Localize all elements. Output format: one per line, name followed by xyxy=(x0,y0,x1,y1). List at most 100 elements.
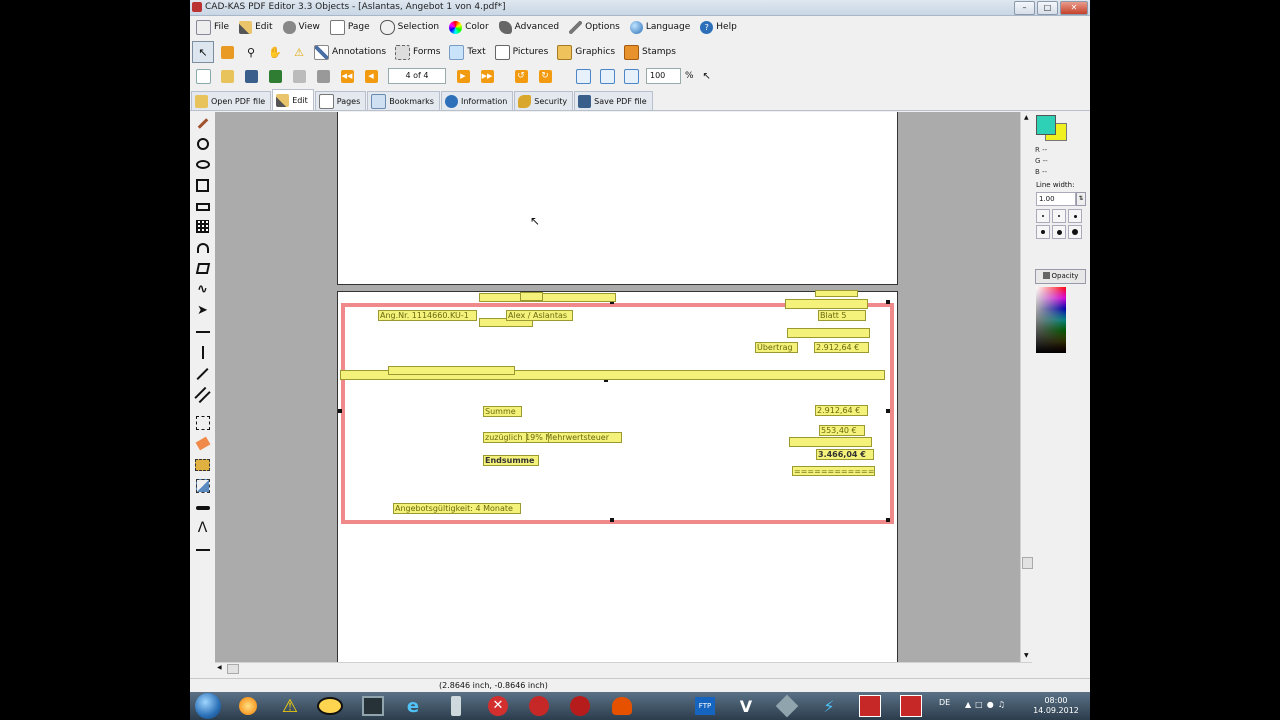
vertical-scroll-thumb[interactable] xyxy=(1022,557,1033,569)
vertical-line-tool[interactable] xyxy=(195,345,210,360)
text-block-summe-amount[interactable]: 2.912,64 € xyxy=(815,405,868,416)
menu-advanced[interactable]: Advanced xyxy=(497,18,565,36)
magnifier-button[interactable]: ⚲ xyxy=(240,41,262,63)
tab-open-pdf-file[interactable]: Open PDF file xyxy=(191,91,272,110)
menu-file[interactable]: File xyxy=(194,18,235,36)
select-zoom-button[interactable]: ↖ xyxy=(696,65,718,87)
text-block-name[interactable]: Alex / Aslantas xyxy=(506,310,573,321)
text-block-empty[interactable] xyxy=(787,328,870,338)
brush-tool[interactable] xyxy=(195,116,210,131)
taskbar-app-box[interactable] xyxy=(769,694,805,718)
dot-size-large-option[interactable] xyxy=(1068,225,1082,239)
vertical-scrollbar[interactable]: ▲ ▼ xyxy=(1020,112,1033,662)
taskbar-app-warning[interactable]: ⚠ xyxy=(272,694,308,718)
transform-tool[interactable] xyxy=(195,478,210,493)
text-block-blatt[interactable]: Blatt 5 xyxy=(818,310,866,321)
first-page-button[interactable]: ◀◀ xyxy=(336,65,358,87)
text-block-summe[interactable]: Summe xyxy=(483,406,522,417)
warning-tool-button[interactable]: ⚠ xyxy=(288,41,310,63)
text-block-double-underline[interactable]: ============ xyxy=(792,466,875,476)
text-block-empty[interactable] xyxy=(789,437,872,447)
taskbar-app-ftp[interactable]: FTP xyxy=(687,694,723,718)
zoom-input[interactable]: 100 xyxy=(646,68,681,84)
resize-handle[interactable] xyxy=(886,300,890,304)
square-tool[interactable] xyxy=(195,178,210,193)
taskbar-app-vlc[interactable]: V xyxy=(728,694,764,718)
tab-security[interactable]: Security xyxy=(514,91,574,110)
menu-edit[interactable]: Edit xyxy=(237,18,278,36)
ellipse-tool[interactable] xyxy=(195,157,210,172)
mode-pictures[interactable]: Pictures xyxy=(493,42,554,62)
text-block-empty[interactable] xyxy=(815,290,858,297)
mode-text[interactable]: Text xyxy=(447,42,490,62)
text-block-angebot-nr[interactable]: Ang.Nr. 1114660.KU-1 xyxy=(378,310,477,321)
opacity-button[interactable]: Opacity xyxy=(1035,269,1086,284)
select-rect-tool[interactable] xyxy=(195,415,210,430)
prev-page-button[interactable]: ◀ xyxy=(360,65,382,87)
curve-tool[interactable]: ∿ xyxy=(195,282,210,297)
menu-language[interactable]: Language xyxy=(628,18,696,36)
thin-line-tool[interactable] xyxy=(195,324,210,339)
polygon-tool[interactable] xyxy=(195,261,210,276)
resize-handle[interactable] xyxy=(610,518,614,522)
taskbar-app-helmet[interactable] xyxy=(604,694,640,718)
save-button[interactable] xyxy=(240,65,262,87)
text-block-empty[interactable] xyxy=(388,366,515,375)
menu-selection[interactable]: Selection xyxy=(378,18,445,36)
dot-size-small-option[interactable] xyxy=(1052,209,1066,223)
text-block-mwst-amount[interactable]: 553,40 € xyxy=(819,425,865,436)
dot-size-large-option[interactable] xyxy=(1052,225,1066,239)
taskbar-app-monitor[interactable] xyxy=(355,694,391,718)
print-button[interactable] xyxy=(288,65,310,87)
tab-information[interactable]: Information xyxy=(440,91,514,110)
text-block-endsumme-amount[interactable]: 3.466,04 € xyxy=(816,449,874,460)
taskbar-app-cadkas-2[interactable] xyxy=(893,694,929,718)
resize-handle[interactable] xyxy=(886,409,890,413)
horizontal-scrollbar[interactable]: ◀ xyxy=(215,662,1032,675)
taskbar-app-internet-explorer[interactable]: e xyxy=(395,694,431,718)
tab-pages[interactable]: Pages xyxy=(314,91,367,110)
taskbar-app-cadkas-1[interactable] xyxy=(852,694,888,718)
dot-size-small-option[interactable] xyxy=(1036,209,1050,223)
menu-help[interactable]: ? Help xyxy=(698,18,743,36)
taskbar-app-red-2[interactable] xyxy=(562,694,598,718)
fit-width-button[interactable] xyxy=(572,65,594,87)
taskbar-app-usb[interactable] xyxy=(438,694,474,718)
text-block-endsumme[interactable]: Endsumme xyxy=(483,455,539,466)
double-line-tool[interactable] xyxy=(194,386,211,403)
arc-tool[interactable] xyxy=(195,240,210,255)
diagonal-line-tool[interactable] xyxy=(195,366,210,381)
last-page-button[interactable]: ▶▶ xyxy=(476,65,498,87)
mode-annotations[interactable]: Annotations xyxy=(312,42,391,62)
menu-options[interactable]: Options xyxy=(567,18,626,36)
maximize-button[interactable]: □ xyxy=(1037,1,1058,15)
start-button[interactable] xyxy=(195,693,221,719)
scan-button[interactable] xyxy=(312,65,334,87)
text-block-empty[interactable] xyxy=(520,292,543,301)
close-button[interactable]: ✕ xyxy=(1060,1,1088,15)
tab-bookmarks[interactable]: Bookmarks xyxy=(367,91,440,110)
taskbar-app-bolt[interactable]: ⚡ xyxy=(811,694,847,718)
text-block-gueltigkeit[interactable]: Angebotsgültigkeit: 4 Monate xyxy=(393,503,521,514)
underline-tool[interactable] xyxy=(195,542,210,557)
system-clock[interactable]: 08:00 14.09.2012 xyxy=(1032,696,1080,716)
taskbar-app-batman[interactable] xyxy=(312,694,348,718)
taskbar-app-red-1[interactable] xyxy=(521,694,557,718)
undo-button[interactable]: ↺ xyxy=(510,65,532,87)
line-width-stepper[interactable]: ⇅ xyxy=(1076,192,1086,206)
mode-forms[interactable]: Forms xyxy=(393,42,445,62)
text-block-empty[interactable] xyxy=(479,293,616,302)
language-indicator[interactable]: DE xyxy=(939,698,950,707)
minimize-button[interactable]: – xyxy=(1014,1,1035,15)
stamp-tool-button[interactable] xyxy=(216,41,238,63)
dot-size-medium-option[interactable] xyxy=(1036,225,1050,239)
text-block-mwst[interactable]: zuzüglich 19% Mehrwertsteuer xyxy=(483,432,622,443)
resize-handle[interactable] xyxy=(338,409,342,413)
mode-graphics[interactable]: Graphics xyxy=(555,42,620,62)
open-folder-button[interactable] xyxy=(216,65,238,87)
actual-size-button[interactable] xyxy=(620,65,642,87)
rectangle-tool[interactable] xyxy=(195,199,210,214)
eraser-tool[interactable] xyxy=(195,436,210,451)
text-block-empty[interactable] xyxy=(785,299,868,309)
redo-button[interactable]: ↻ xyxy=(534,65,556,87)
